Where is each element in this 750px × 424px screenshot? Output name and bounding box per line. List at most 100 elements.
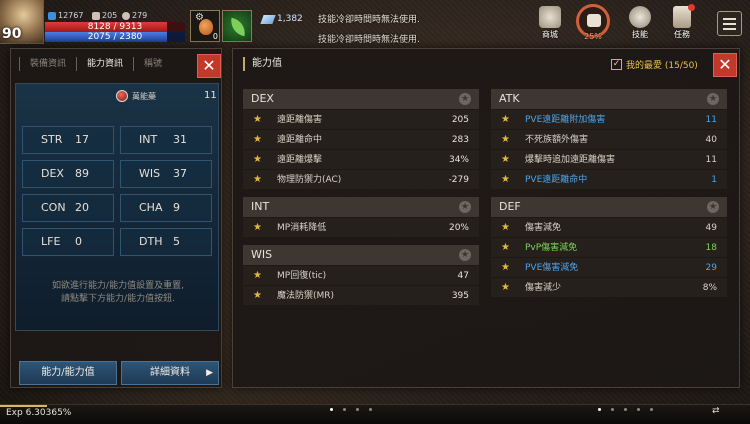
favorites-toggle[interactable]: ✓ 我的最愛 (15/50) [611, 58, 698, 71]
stat-name: INT [139, 133, 158, 146]
currency-pvp-value: 205 [102, 11, 118, 20]
ability-stats-button[interactable]: 能力/能力值 [19, 361, 117, 385]
leaf-icon [228, 17, 248, 37]
stat-label: MP回復(tic) [277, 271, 327, 281]
stat-label: 爆擊時追加遠距離傷害 [525, 155, 616, 165]
stat-reset-hint: 如欲進行能力/能力值設置及重置, 請點擊下方能力/能力值按鈕. [16, 280, 220, 306]
stat-value: -279 [448, 175, 469, 185]
star-icon[interactable]: ★ [501, 278, 510, 298]
stat-value: 205 [451, 115, 469, 125]
close-button-right[interactable]: ✕ [713, 53, 737, 77]
stat-con: CON 20 [22, 194, 114, 222]
star-icon[interactable]: ★ [253, 266, 262, 286]
elixir-info: 萬能藥 [116, 90, 156, 102]
stat-name: CON [41, 201, 66, 214]
menu-button[interactable] [717, 11, 742, 36]
stat-value: 89 [75, 167, 89, 180]
potion-quantity: 0 [212, 32, 218, 41]
star-icon[interactable]: ★ [253, 130, 262, 150]
stat-row: ★ 傷害減免 49 [491, 217, 727, 237]
stat-label: 物理防禦力(AC) [277, 175, 342, 185]
top-hud: 90 12767 205 279 8128 / 9313 2075 / 2380… [0, 0, 750, 48]
stats-area: 萬能藥 11 STR 17 INT 31 DEX 89 WIS 37 CON 2… [15, 83, 219, 331]
star-icon[interactable]: ★ [501, 110, 510, 130]
section-header: DEF ★ [491, 197, 727, 217]
star-icon[interactable]: ★ [459, 201, 471, 213]
star-icon[interactable]: ★ [253, 150, 262, 170]
cross-swords-icon [92, 11, 100, 20]
stat-row: ★ 不死族額外傷害 40 [491, 129, 727, 149]
tab-equipment[interactable]: 裝備資訊 [19, 57, 76, 71]
auto-toggle-icon[interactable]: ⇄ [712, 406, 720, 416]
stat-label: 遠距離傷害 [277, 115, 323, 125]
quest-icon [673, 4, 695, 28]
stat-row: ★ PvP傷害減免 18 [491, 237, 727, 257]
page-indicator-left [330, 408, 372, 411]
stat-value: 47 [457, 271, 469, 281]
checkbox-icon: ✓ [611, 59, 622, 70]
quest-label: 任務 [674, 30, 690, 39]
tab-title[interactable]: 稱號 [133, 57, 172, 71]
stat-lfe: LFE 0 [22, 228, 114, 256]
star-icon[interactable]: ★ [253, 170, 262, 190]
star-icon[interactable]: ★ [253, 218, 262, 238]
page-dot [650, 408, 653, 411]
star-icon[interactable]: ★ [459, 93, 471, 105]
stat-value: 9 [173, 201, 180, 214]
gear-icon[interactable]: ⚙ [195, 12, 204, 23]
skill-icon [629, 6, 651, 28]
stat-label: 遠距離爆擊 [277, 155, 323, 165]
fist-percent-label: 25% [584, 32, 602, 41]
page-dot [356, 408, 359, 411]
stat-label: 傷害減免 [525, 223, 562, 233]
quest-button[interactable]: 任務 [662, 4, 702, 44]
stat-label: PVE遠距離命中 [525, 175, 588, 185]
star-icon[interactable]: ★ [501, 258, 510, 278]
play-arrow-icon: ▶ [206, 368, 213, 378]
stat-row: ★ 遠距離命中 283 [243, 129, 479, 149]
star-icon[interactable]: ★ [707, 93, 719, 105]
page-dot [330, 408, 333, 411]
details-button[interactable]: 詳細資料 ▶ [121, 361, 219, 385]
star-icon[interactable]: ★ [253, 110, 262, 130]
star-icon[interactable]: ★ [707, 201, 719, 213]
currency-gem: 12767 [48, 11, 83, 20]
stat-label: 傷害減少 [525, 283, 562, 293]
stat-row: ★ PVE遠距離命中 1 [491, 169, 727, 189]
star-icon[interactable]: ★ [501, 130, 510, 150]
stat-row: ★ PVE傷害減免 29 [491, 257, 727, 277]
stat-name: WIS [139, 167, 161, 180]
hp-bar: 8128 / 9313 [45, 22, 185, 32]
elixir-count: 11 [204, 90, 217, 101]
elixir-label: 萬能藥 [132, 91, 156, 101]
stat-row: ★ PVE遠距離附加傷害 11 [491, 109, 727, 129]
exp-fill [0, 405, 48, 407]
star-icon[interactable]: ★ [501, 238, 510, 258]
section-title: ATK [499, 92, 520, 105]
section-title: WIS [251, 248, 273, 261]
star-icon[interactable]: ★ [501, 218, 510, 238]
section-header: DEX ★ [243, 89, 479, 109]
tab-ability[interactable]: 能力資訊 [76, 57, 133, 71]
fist-button[interactable]: 25% [573, 4, 613, 44]
section-title: DEX [251, 92, 274, 105]
star-icon[interactable]: ★ [459, 249, 471, 261]
hp-text: 8128 / 9313 [87, 22, 143, 32]
stat-row: ★ 爆擊時追加遠距離傷害 11 [491, 149, 727, 169]
crystal-value: 1,382 [277, 14, 303, 24]
star-icon[interactable]: ★ [253, 286, 262, 306]
star-icon[interactable]: ★ [501, 150, 510, 170]
close-button-left[interactable]: ✕ [197, 54, 221, 78]
section-dex: DEX ★ ★ 遠距離傷害 205 ★ 遠距離命中 283 ★ 遠距離爆擊 34% ★ 物理防… [243, 89, 479, 189]
section-title: DEF [499, 200, 521, 213]
stat-value: 0 [75, 235, 82, 248]
mp-bar: 2075 / 2380 [45, 32, 185, 42]
stat-value: 34% [448, 155, 469, 165]
hint-line-2: 請點擊下方能力/能力值按鈕. [61, 294, 175, 304]
stat-value: 31 [173, 133, 187, 146]
shop-button[interactable]: 商城 [530, 4, 570, 44]
stat-str: STR 17 [22, 126, 114, 154]
quick-slot-leaf[interactable] [222, 10, 252, 42]
star-icon[interactable]: ★ [501, 170, 510, 190]
skill-button[interactable]: 技能 [620, 4, 660, 44]
